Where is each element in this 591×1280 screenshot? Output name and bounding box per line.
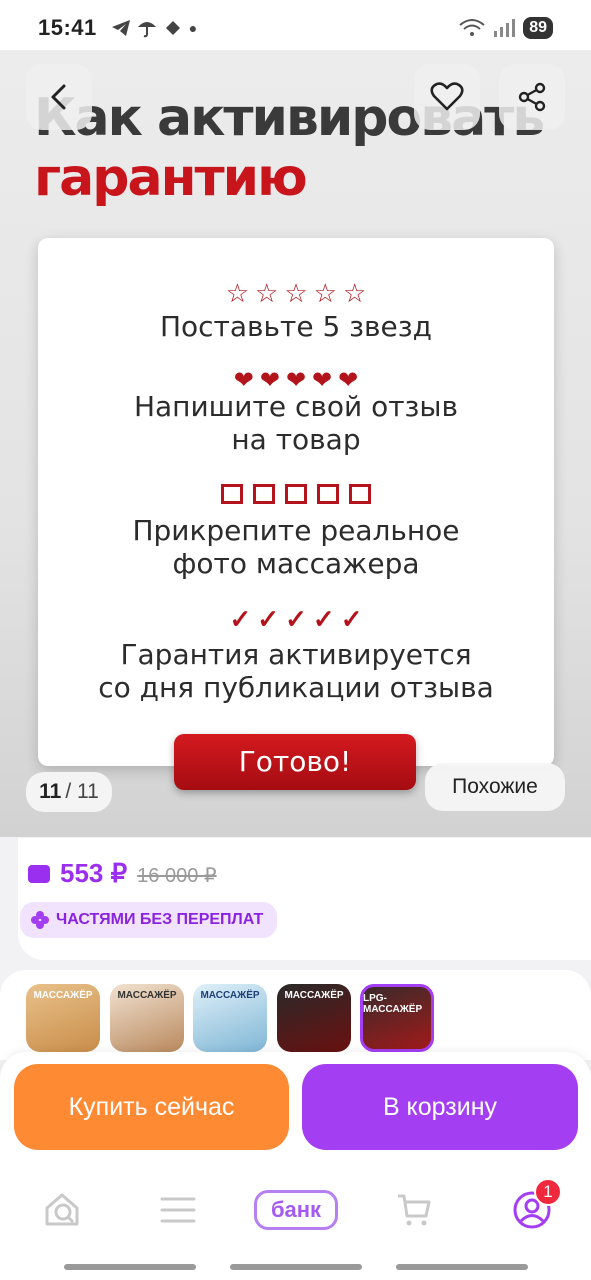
price-card: 553 ₽ 16 000 ₽ ЧАСТЯМИ БЕЗ ПЕРЕПЛАТ xyxy=(18,838,591,960)
signal-icon xyxy=(494,19,516,37)
step-2: Напишите свой отзыв на товар xyxy=(38,390,554,456)
old-price: 16 000 ₽ xyxy=(137,865,217,887)
bottom-navigation: банк 1 xyxy=(0,1164,591,1280)
menu-icon xyxy=(160,1197,196,1223)
thumbnail-3-label: МАССАЖЁР xyxy=(200,990,260,1001)
vk-icon xyxy=(165,21,180,35)
step-3-line1: Прикрепите реальное xyxy=(132,514,460,547)
step-2-line2: на товар xyxy=(231,423,361,456)
wallet-icon xyxy=(28,865,50,883)
done-banner: Готово! xyxy=(174,734,416,790)
gesture-bar-left xyxy=(64,1264,196,1270)
image-counter: 11 / 11 xyxy=(26,772,112,812)
chevron-left-icon xyxy=(51,84,66,110)
battery-indicator: 89 xyxy=(523,17,553,39)
status-bar: 15:41 ● 89 xyxy=(0,0,591,56)
nav-bank[interactable]: банк xyxy=(254,1190,338,1230)
step-1-line1: Поставьте 5 звезд xyxy=(159,310,433,343)
promo-title-line2: гарантию xyxy=(34,148,308,208)
share-icon xyxy=(518,82,546,112)
step-4-line1: Гарантия активируется xyxy=(120,638,472,671)
thumbnail-3[interactable]: МАССАЖЁР xyxy=(193,984,267,1052)
thumbnail-4-label: МАССАЖЁР xyxy=(284,990,344,1001)
step-4-line2: со дня публикации отзыва xyxy=(98,671,494,704)
product-screen: 15:41 ● 89 Как активировать гарантию ☆ ☆ ☆… xyxy=(0,0,591,1280)
step-3: Прикрепите реальное фото массажера xyxy=(38,514,554,580)
favorite-button[interactable] xyxy=(414,64,480,130)
add-to-cart-button[interactable]: В корзину xyxy=(302,1064,578,1150)
thumbnail-1-label: МАССАЖЁР xyxy=(33,990,93,1001)
installments-label: ЧАСТЯМИ БЕЗ ПЕРЕПЛАТ xyxy=(56,911,264,928)
guarantee-card: ☆ ☆ ☆ ☆ ☆ Поставьте 5 звезд ❤ ❤ ❤ ❤ ❤ Напишите с… xyxy=(38,238,554,766)
counter-total: / 11 xyxy=(65,780,99,803)
thumbnail-5-selected[interactable]: LPG-МАССАЖЁР xyxy=(360,984,434,1052)
five-squares-icon xyxy=(38,484,554,504)
gesture-bar-center xyxy=(230,1264,362,1270)
thumbnail-2[interactable]: МАССАЖЁР xyxy=(110,984,184,1052)
action-bar: Купить сейчас В корзину xyxy=(0,1052,591,1164)
step-3-line2: фото массажера xyxy=(172,547,420,580)
installments-badge[interactable]: ЧАСТЯМИ БЕЗ ПЕРЕПЛАТ xyxy=(20,902,278,938)
cart-icon xyxy=(398,1194,431,1226)
flower-icon xyxy=(31,911,49,929)
status-time: 15:41 xyxy=(38,15,97,40)
step-1: Поставьте 5 звезд xyxy=(38,310,554,343)
thumbnail-strip: МАССАЖЁР МАССАЖЁР МАССАЖЁР МАССАЖЁР LPG-… xyxy=(0,970,591,1060)
heart-icon xyxy=(430,82,464,111)
product-gallery[interactable]: Как активировать гарантию ☆ ☆ ☆ ☆ ☆ Поставьт… xyxy=(0,50,591,837)
step-4: Гарантия активируется со дня публикации … xyxy=(38,638,554,704)
similar-button[interactable]: Похожие xyxy=(425,763,565,811)
counter-current: 11 xyxy=(39,780,62,803)
umbrella-icon xyxy=(137,22,156,38)
five-checks-icon: ✓ ✓ ✓ ✓ ✓ xyxy=(229,604,363,634)
buy-now-button[interactable]: Купить сейчас xyxy=(14,1064,289,1150)
home-search-icon xyxy=(45,1193,79,1226)
wifi-icon xyxy=(459,19,485,36)
notification-icons: ● xyxy=(111,18,197,38)
profile-badge: 1 xyxy=(534,1178,562,1206)
thumbnail-2-label: МАССАЖЁР xyxy=(117,990,177,1001)
nav-cart[interactable] xyxy=(390,1186,438,1234)
gesture-bar-right xyxy=(396,1264,528,1270)
thumbnail-4[interactable]: МАССАЖЁР xyxy=(277,984,351,1052)
step-2-line1: Напишите свой отзыв xyxy=(133,390,459,423)
back-button[interactable] xyxy=(26,64,92,130)
thumbnail-1[interactable]: МАССАЖЁР xyxy=(26,984,100,1052)
nav-catalog[interactable] xyxy=(154,1186,202,1234)
status-right: 89 xyxy=(459,17,553,39)
share-button[interactable] xyxy=(499,64,565,130)
current-price: 553 ₽ xyxy=(60,858,128,888)
thumbnail-5-label: LPG-МАССАЖЁР xyxy=(363,993,423,1015)
nav-home-search[interactable] xyxy=(38,1186,86,1234)
dot-icon: ● xyxy=(188,20,198,36)
telegram-icon xyxy=(111,20,130,36)
price-row: 553 ₽ 16 000 ₽ xyxy=(28,858,217,889)
five-stars-icon: ☆ ☆ ☆ ☆ ☆ xyxy=(225,278,367,308)
